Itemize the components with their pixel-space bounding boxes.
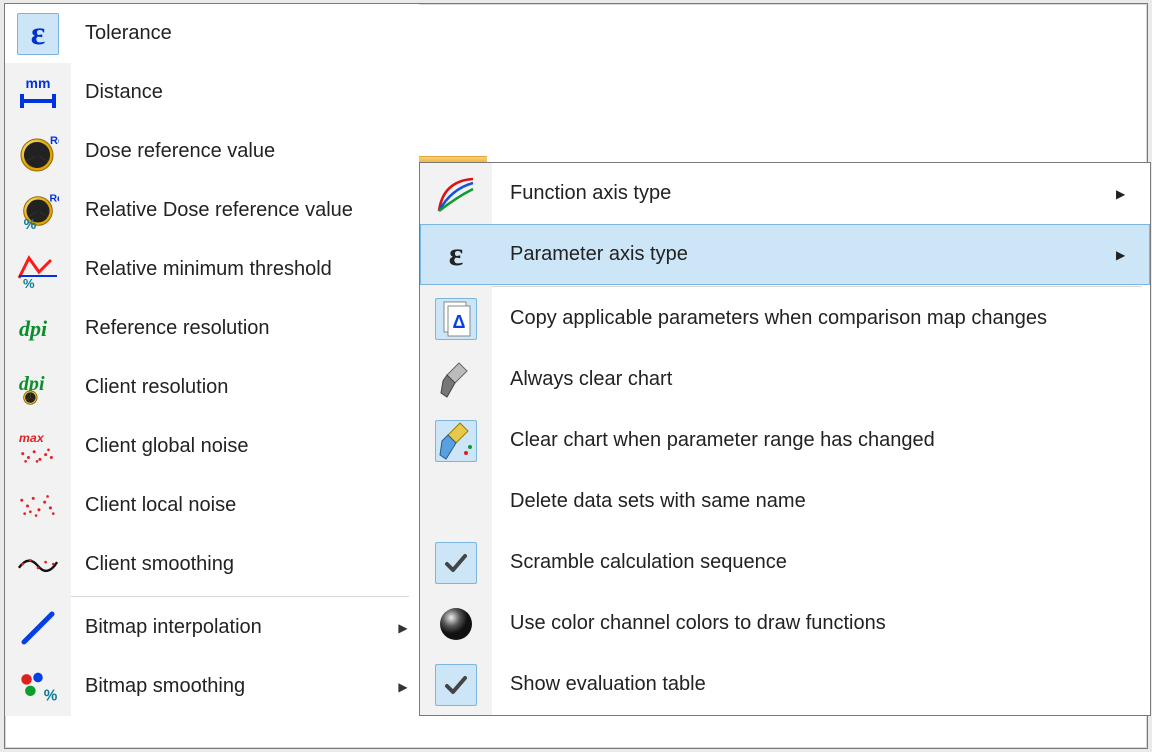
svg-text:Ref: Ref: [50, 135, 59, 147]
menu-item-label: Tolerance: [71, 22, 419, 45]
svg-text:mm: mm: [26, 75, 51, 91]
menu-item-label: Dose reference value: [71, 140, 419, 163]
noise-local-icon: [17, 485, 59, 527]
svg-text:Ref: Ref: [49, 192, 59, 204]
svg-text:dpi: dpi: [19, 316, 48, 341]
menu-item-clear-on-range-change[interactable]: Clear chart when parameter range has cha…: [420, 410, 1150, 471]
menu-item-label: Client smoothing: [71, 553, 419, 576]
menu-item-label: Distance: [71, 81, 419, 104]
radiation-ref-icon: Ref: [17, 131, 59, 173]
blank-icon: [435, 481, 477, 523]
menu-item-client-local-noise[interactable]: Client local noise: [5, 476, 419, 535]
menu-item-delete-same-name[interactable]: Delete data sets with same name: [420, 471, 1150, 532]
menu-item-bitmap-smoothing[interactable]: % Bitmap smoothing ▶: [5, 657, 419, 716]
menu-item-label: Copy applicable parameters when comparis…: [492, 307, 1150, 330]
sphere-icon: [435, 603, 477, 645]
threshold-curve-icon: %: [17, 249, 59, 291]
svg-text:Δ: Δ: [453, 312, 466, 332]
blue-line-icon: [17, 607, 59, 649]
menu-item-label: Client resolution: [71, 376, 419, 399]
app-window: ε Tolerance mm Distance: [4, 3, 1148, 749]
menu-item-label: Scramble calculation sequence: [492, 551, 1150, 574]
menu-item-distance[interactable]: mm Distance: [5, 63, 419, 122]
menu-item-client-global-noise[interactable]: max Client global noise: [5, 417, 419, 476]
checkmark-icon: [435, 664, 477, 706]
menu-item-parameter-axis-type[interactable]: ε Parameter axis type ▶: [420, 224, 1150, 285]
brush-grey-icon: [435, 359, 477, 401]
copy-params-icon: Δ: [435, 298, 477, 340]
noise-max-icon: max: [17, 426, 59, 468]
right-context-menu: Function axis type ▶ ε Parameter axis ty…: [419, 162, 1151, 716]
submenu-arrow-icon: ▶: [1116, 248, 1150, 262]
menu-separator: [420, 285, 1150, 288]
menu-item-tolerance[interactable]: ε Tolerance: [5, 4, 419, 63]
svg-text:max: max: [19, 431, 45, 445]
menu-item-label: Parameter axis type: [492, 243, 1116, 266]
menu-item-client-smoothing[interactable]: Client smoothing: [5, 535, 419, 594]
menu-item-function-axis-type[interactable]: Function axis type ▶: [420, 163, 1150, 224]
svg-text:%: %: [44, 687, 58, 704]
menu-item-rel-min-thresh[interactable]: % Relative minimum threshold: [5, 240, 419, 299]
menu-item-label: Clear chart when parameter range has cha…: [492, 429, 1150, 452]
function-curves-icon: [435, 173, 477, 215]
radiation-ref-percent-icon: Ref %: [17, 190, 59, 232]
dpi-rad-icon: dpi: [17, 367, 59, 409]
left-context-menu: ε Tolerance mm Distance: [5, 4, 419, 716]
menu-item-always-clear[interactable]: Always clear chart: [420, 349, 1150, 410]
menu-item-label: Always clear chart: [492, 368, 1150, 391]
menu-item-bitmap-interpolation[interactable]: Bitmap interpolation ▶: [5, 598, 419, 657]
mm-distance-icon: mm: [17, 72, 59, 114]
menu-item-label: Function axis type: [492, 182, 1116, 205]
menu-item-scramble[interactable]: Scramble calculation sequence: [420, 532, 1150, 593]
submenu-arrow-icon: ▶: [387, 680, 419, 694]
menu-item-label: Relative Dose reference value: [71, 199, 419, 222]
menu-item-label: Bitmap interpolation: [71, 616, 387, 639]
epsilon-icon: ε: [435, 234, 477, 276]
menu-item-label: Client local noise: [71, 494, 419, 517]
menu-item-label: Delete data sets with same name: [492, 490, 1150, 513]
menu-item-color-channel[interactable]: Use color channel colors to draw functio…: [420, 593, 1150, 654]
menu-item-client-resolution[interactable]: dpi Client resolution: [5, 358, 419, 417]
menu-item-copy-params[interactable]: Δ Copy applicable parameters when compar…: [420, 288, 1150, 349]
menu-item-label: Show evaluation table: [492, 673, 1150, 696]
submenu-arrow-icon: ▶: [387, 621, 419, 635]
menu-item-label: Bitmap smoothing: [71, 675, 387, 698]
svg-text:ε: ε: [31, 17, 46, 51]
menu-item-label: Client global noise: [71, 435, 419, 458]
submenu-arrow-icon: ▶: [1116, 187, 1150, 201]
menu-item-label: Use color channel colors to draw functio…: [492, 612, 1150, 635]
menu-item-label: Reference resolution: [71, 317, 419, 340]
checkmark-icon: [435, 542, 477, 584]
menu-item-dose-ref[interactable]: Ref Dose reference value: [5, 122, 419, 181]
epsilon-icon: ε: [17, 13, 59, 55]
brush-color-icon: [435, 420, 477, 462]
svg-text:%: %: [24, 217, 37, 233]
menu-item-rel-dose-ref[interactable]: Ref % Relative Dose reference value: [5, 181, 419, 240]
rgb-percent-icon: %: [17, 666, 59, 708]
smoothing-line-icon: [17, 544, 59, 586]
svg-text:ε: ε: [449, 238, 464, 272]
menu-item-show-eval-table[interactable]: Show evaluation table: [420, 654, 1150, 715]
svg-text:%: %: [23, 276, 35, 290]
dpi-green-icon: dpi: [17, 308, 59, 350]
menu-item-label: Relative minimum threshold: [71, 258, 419, 281]
menu-item-ref-resolution[interactable]: dpi Reference resolution: [5, 299, 419, 358]
